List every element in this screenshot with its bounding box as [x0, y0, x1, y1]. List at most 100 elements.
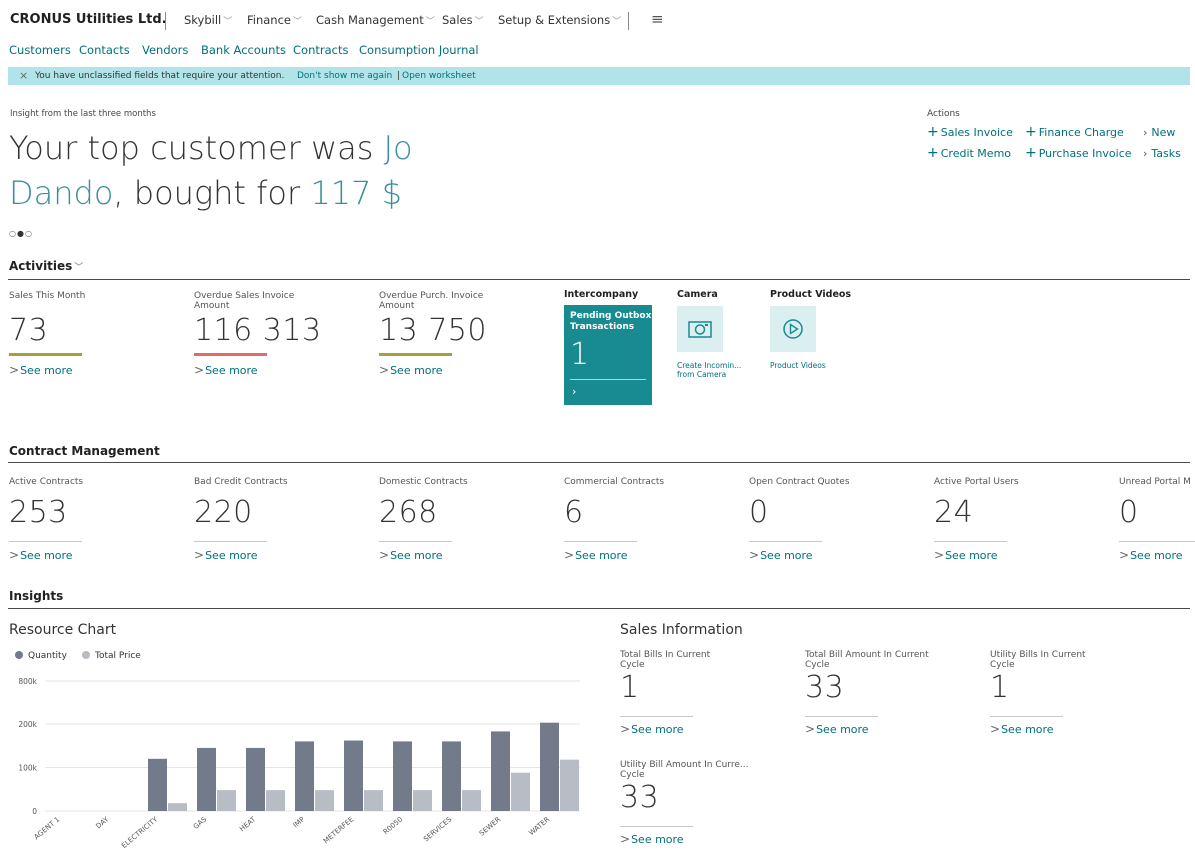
see-more-label: See more — [20, 364, 73, 377]
chevron-right-icon: > — [9, 363, 20, 377]
cue-total-bills[interactable]: Total Bills In Current Cycle 1 — [620, 650, 735, 705]
product-videos-tile[interactable] — [770, 306, 816, 352]
x-tick-label: DAY — [95, 815, 111, 830]
cue-value: 220 — [194, 495, 253, 530]
nav-item-finance[interactable]: Finance ﹀ — [247, 13, 302, 27]
see-more-link[interactable]: >See more — [379, 363, 443, 377]
app-title[interactable]: CRONUS Utilities Ltd. — [10, 12, 167, 27]
nav-item-cash-management[interactable]: Cash Management ﹀ — [316, 13, 435, 27]
play-icon — [783, 319, 803, 339]
action-finance-charge[interactable]: + Finance Charge — [1025, 124, 1124, 140]
close-icon[interactable]: × — [19, 69, 28, 82]
see-more-link[interactable]: >See more — [1119, 548, 1183, 562]
subnav-consumption-journal[interactable]: Consumption Journal — [359, 43, 479, 57]
chevron-down-icon: ﹀ — [223, 17, 233, 27]
cue-divider — [9, 541, 82, 542]
cue-divider — [749, 541, 822, 542]
see-more-link[interactable]: >See more — [805, 722, 869, 736]
subnav-customers[interactable]: Customers — [9, 43, 71, 57]
insights-title[interactable]: Insights — [9, 589, 63, 603]
see-more-link[interactable]: >See more — [9, 363, 73, 377]
camera-caption[interactable]: Create Incomin... from Camera — [677, 361, 747, 379]
subnav-bank-accounts[interactable]: Bank Accounts — [201, 43, 286, 57]
bar-quantity — [491, 731, 510, 811]
dont-show-again-link[interactable]: Don't show me again — [297, 71, 392, 81]
see-more-link[interactable]: >See more — [564, 548, 628, 562]
subnav-vendors[interactable]: Vendors — [142, 43, 188, 57]
notification-separator: | — [397, 71, 401, 81]
cue-domestic-contracts[interactable]: Domestic Contracts 268 — [379, 477, 494, 530]
legend-quantity[interactable]: Quantity — [15, 651, 67, 661]
cue-label: Active Portal Users — [934, 477, 1019, 487]
headline-amount[interactable]: 117 $ — [310, 174, 402, 212]
chevron-right-icon: > — [805, 722, 816, 736]
pending-outbox-tile[interactable]: Pending Outbox Transactions 1 › — [564, 305, 652, 405]
bar-quantity — [148, 758, 167, 811]
legend-label: Total Price — [95, 651, 141, 661]
action-label: Sales Invoice — [940, 126, 1013, 139]
open-worksheet-link[interactable]: Open worksheet — [402, 71, 476, 81]
see-more-link[interactable]: >See more — [620, 832, 684, 846]
bar-quantity — [344, 740, 363, 811]
chevron-right-icon: > — [194, 363, 205, 377]
legend-total-price[interactable]: Total Price — [82, 651, 141, 661]
cue-overdue-purch-invoice[interactable]: Overdue Purch. Invoice Amount 13 750 — [379, 291, 494, 348]
action-purchase-invoice[interactable]: + Purchase Invoice — [1025, 145, 1132, 161]
cue-divider — [934, 541, 1007, 542]
see-more-label: See more — [205, 549, 258, 562]
action-credit-memo[interactable]: + Credit Memo — [927, 145, 1011, 161]
product-videos-caption[interactable]: Product Videos — [770, 361, 826, 370]
see-more-label: See more — [1001, 723, 1054, 736]
nav-item-sales[interactable]: Sales ﹀ — [442, 13, 484, 27]
cue-unread-portal-messages[interactable]: Unread Portal M 0 — [1119, 477, 1195, 530]
see-more-link[interactable]: >See more — [990, 722, 1054, 736]
nav-item-setup-extensions[interactable]: Setup & Extensions ﹀ — [498, 13, 621, 27]
see-more-link[interactable]: >See more — [194, 548, 258, 562]
camera-tile[interactable] — [677, 306, 723, 352]
cue-value: 1 — [620, 670, 640, 705]
action-sales-invoice[interactable]: + Sales Invoice — [927, 124, 1013, 140]
x-tick-label: HEAT — [238, 815, 258, 833]
nav-item-skybill[interactable]: Skybill ﹀ — [184, 13, 232, 27]
cue-bad-credit-contracts[interactable]: Bad Credit Contracts 220 — [194, 477, 309, 530]
carousel-dots[interactable]: ○●○ — [9, 229, 33, 238]
cue-value: 0 — [1119, 495, 1139, 530]
cue-value: 116 313 — [194, 313, 322, 348]
action-label: New — [1151, 126, 1176, 139]
cue-utility-bills[interactable]: Utility Bills In Current Cycle 1 — [990, 650, 1105, 705]
cue-open-contract-quotes[interactable]: Open Contract Quotes 0 — [749, 477, 864, 530]
cue-label: Active Contracts — [9, 477, 84, 487]
cue-utility-bill-amount[interactable]: Utility Bill Amount In Curre... Cycle 33 — [620, 760, 760, 815]
cue-status-bar — [379, 353, 452, 356]
cue-total-bill-amount[interactable]: Total Bill Amount In Current Cycle 33 — [805, 650, 935, 705]
cue-overdue-sales-invoice[interactable]: Overdue Sales Invoice Amount 116 313 — [194, 291, 322, 348]
activities-title[interactable]: Activities ﹀ — [9, 259, 83, 273]
see-more-link[interactable]: >See more — [620, 722, 684, 736]
bar-total-price — [462, 790, 481, 811]
cue-label: Domestic Contracts — [379, 477, 468, 487]
cue-active-contracts[interactable]: Active Contracts 253 — [9, 477, 124, 530]
bar-total-price — [315, 790, 334, 811]
cue-active-portal-users[interactable]: Active Portal Users 24 — [934, 477, 1049, 530]
cue-commercial-contracts[interactable]: Commercial Contracts 6 — [564, 477, 679, 530]
see-more-link[interactable]: >See more — [749, 548, 813, 562]
x-tick-label: METERFEE — [322, 815, 355, 845]
action-new[interactable]: › New — [1143, 126, 1175, 139]
cue-divider — [620, 826, 693, 827]
subnav-contracts[interactable]: Contracts — [293, 43, 348, 57]
action-label: Tasks — [1151, 147, 1181, 160]
chevron-down-icon: ﹀ — [293, 17, 303, 27]
action-tasks[interactable]: › Tasks — [1143, 147, 1181, 160]
see-more-link[interactable]: >See more — [379, 548, 443, 562]
see-more-link[interactable]: >See more — [934, 548, 998, 562]
cue-sales-this-month[interactable]: Sales This Month 73 — [9, 291, 124, 348]
see-more-label: See more — [575, 549, 628, 562]
contract-management-title[interactable]: Contract Management — [9, 444, 160, 458]
notification-message: You have unclassified fields that requir… — [35, 71, 285, 81]
bar-quantity — [295, 741, 314, 811]
see-more-label: See more — [945, 549, 998, 562]
subnav-contacts[interactable]: Contacts — [79, 43, 130, 57]
see-more-link[interactable]: >See more — [9, 548, 73, 562]
hamburger-icon[interactable]: ≡ — [651, 10, 664, 28]
see-more-link[interactable]: >See more — [194, 363, 258, 377]
